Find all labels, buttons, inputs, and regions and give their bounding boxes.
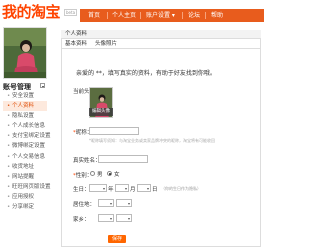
realname-input[interactable]	[98, 155, 148, 163]
gender-radio-female[interactable]	[107, 171, 112, 176]
chevron-down-icon: ▾	[127, 216, 130, 221]
nav-forum[interactable]: 论坛	[188, 9, 200, 22]
taobao-logo[interactable]: 我的淘宝	[2, 2, 61, 22]
birthday-label: 生日：	[73, 187, 90, 193]
sidebar-item-profile[interactable]: 个人资料	[3, 101, 47, 112]
sidebar-avatar[interactable]	[3, 27, 47, 79]
intro-text: 亲爱的 **，填写真实的资料，有助于好友找到你哦。	[76, 70, 216, 77]
sidebar-item-wangwang[interactable]: 旺旺网页版设置	[3, 182, 51, 192]
gender-option-male: 男	[97, 172, 103, 178]
sidebar-item-alipay[interactable]: 支付宝绑定设置	[3, 131, 51, 141]
nav-separator	[140, 12, 141, 19]
nav-help[interactable]: 帮助	[211, 9, 223, 22]
sidebar-item-share[interactable]: 分享绑定	[3, 202, 47, 212]
nickname-input[interactable]	[89, 127, 139, 135]
hometown-city-select[interactable]: ▾	[116, 214, 132, 222]
sidebar-item-app-auth[interactable]: 应用授权	[3, 192, 47, 202]
sidebar-item-security[interactable]: 安全设置	[3, 91, 47, 101]
sidebar-item-privacy[interactable]: 隐私设置	[3, 111, 47, 121]
gender-option-female: 女	[114, 172, 120, 178]
minus-icon[interactable]	[40, 83, 45, 88]
location-city-select[interactable]: ▾	[116, 199, 132, 207]
nav-account-settings[interactable]: 账户设置 ▾	[146, 9, 175, 22]
profile-tabs: 基本资料 头像照片	[61, 39, 261, 49]
edit-avatar-button[interactable]: 编辑头像	[89, 108, 113, 116]
save-button[interactable]: 保存	[108, 235, 126, 243]
chevron-down-icon: ▾	[109, 216, 112, 221]
sidebar-item-growth[interactable]: 个人成长信息	[3, 121, 47, 131]
nav-separator	[205, 12, 206, 19]
gender-radio-male[interactable]	[90, 171, 95, 176]
hometown-province-select[interactable]: ▾	[98, 214, 114, 222]
birthday-year-select[interactable]: ▾	[89, 184, 107, 192]
location-label: 居住地：	[73, 202, 96, 208]
month-unit: 月	[130, 187, 136, 193]
chevron-down-icon: ▾	[124, 186, 127, 191]
sidebar-menu: 安全设置 个人资料 隐私设置 个人成长信息 支付宝绑定设置 微博绑定设置 个人交…	[3, 91, 51, 212]
tab-basic-info[interactable]: 基本资料	[65, 39, 87, 49]
nav-home[interactable]: 首页	[88, 9, 100, 22]
chevron-down-icon: ▾	[102, 186, 105, 191]
chevron-down-icon: ▾	[127, 201, 130, 206]
chevron-down-icon: ▾	[146, 186, 149, 191]
nav-separator	[107, 12, 108, 19]
tab-avatar-photo[interactable]: 头像照片	[95, 39, 117, 49]
hometown-label: 家乡：	[73, 217, 90, 223]
birthday-month-select[interactable]: ▾	[115, 184, 129, 192]
birthday-day-select[interactable]: ▾	[137, 184, 151, 192]
sidebar-item-trade-info[interactable]: 个人交易信息	[3, 152, 47, 162]
top-nav: 首页 个人主页 账户设置 ▾ 论坛 帮助	[80, 9, 264, 22]
chevron-down-icon: ▾	[109, 201, 112, 206]
realname-label: 真实姓名：	[73, 158, 101, 164]
location-province-select[interactable]: ▾	[98, 199, 114, 207]
year-unit: 年	[108, 187, 114, 193]
sidebar-item-address[interactable]: 收货地址	[3, 162, 47, 172]
panel-header: 个人资料	[61, 30, 261, 39]
beta-badge: beta	[64, 9, 78, 16]
nickname-hint: *昵称填写须知：与淘宝业务或卖家品牌冲突的昵称，淘宝将有可能收回	[89, 138, 215, 143]
nav-personal-home[interactable]: 个人主页	[112, 9, 136, 22]
sidebar-item-reminders[interactable]: 网站提醒	[3, 172, 47, 182]
panel-title: 个人资料	[65, 31, 88, 37]
day-unit: 日	[152, 187, 158, 193]
nav-separator	[182, 12, 183, 19]
sidebar-item-weibo[interactable]: 微博绑定设置	[3, 141, 47, 151]
birthday-hint: （你的生日作为隐私）	[161, 186, 201, 191]
